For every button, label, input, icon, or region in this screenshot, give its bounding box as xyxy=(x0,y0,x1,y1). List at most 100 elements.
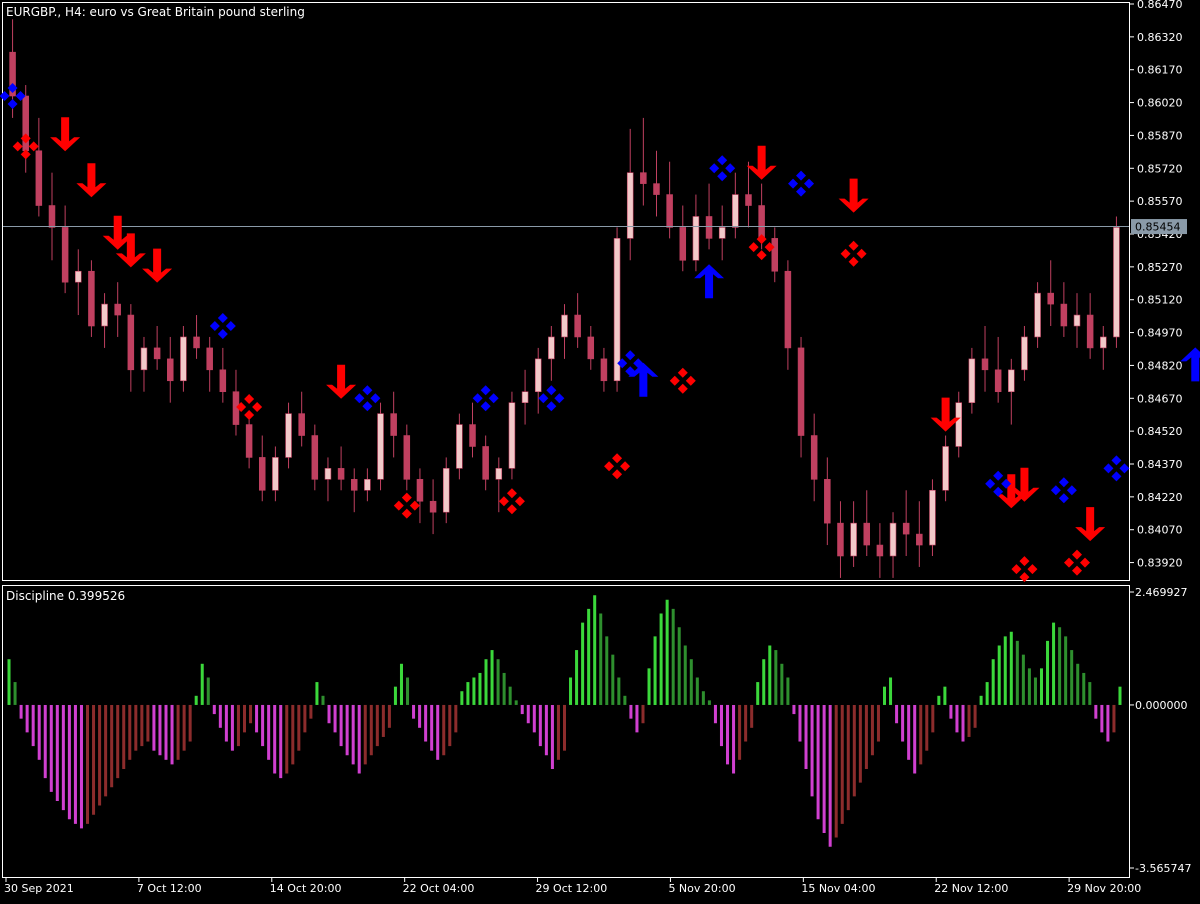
diamond-icon xyxy=(401,508,412,519)
buy-arrow-icon xyxy=(694,264,725,299)
time-tick-label: 22 Oct 04:00 xyxy=(403,882,475,895)
candle-body xyxy=(1008,369,1015,393)
diamond-icon xyxy=(217,313,228,323)
candle-body xyxy=(377,413,384,480)
blue-diamond-signal-icon xyxy=(209,313,236,339)
candle-body xyxy=(48,205,56,228)
candle-body xyxy=(626,172,634,239)
red-diamond-signal-icon xyxy=(840,240,867,267)
candle-body xyxy=(456,424,463,469)
candle-body xyxy=(587,336,595,360)
diamond-icon xyxy=(354,393,365,404)
diamond-icon xyxy=(685,375,696,386)
time-tick-label: 14 Oct 20:00 xyxy=(270,882,342,895)
price-panel-frame xyxy=(2,2,1130,581)
blue-diamond-signal-icon xyxy=(472,385,499,412)
diamond-icon xyxy=(498,496,509,507)
candle-body xyxy=(771,238,779,272)
indicator-tick-label: 0.000000 xyxy=(1135,699,1188,712)
time-tick-label: 29 Nov 20:00 xyxy=(1067,882,1141,895)
sell-arrow-icon xyxy=(1075,507,1106,542)
red-diamond-signal-icon xyxy=(236,394,263,421)
diamond-icon xyxy=(538,393,549,404)
price-tick-label: 0.84820 xyxy=(1137,359,1183,372)
candle-body xyxy=(508,402,516,469)
blue-diamond-signal-icon xyxy=(354,385,381,412)
diamond-icon xyxy=(1111,455,1122,466)
diamond-icon xyxy=(625,350,636,361)
candle-body xyxy=(114,303,121,316)
diamond-icon xyxy=(804,178,815,189)
buy-arrow-icon xyxy=(628,362,659,397)
diamond-icon xyxy=(252,402,263,413)
buy-arrow-icon xyxy=(1180,347,1200,382)
current-price-label: 0.85454 xyxy=(1135,221,1181,234)
candle-body xyxy=(429,500,437,513)
price-tick-label: 0.85120 xyxy=(1137,294,1183,307)
candle-body xyxy=(1034,292,1041,338)
diamond-icon xyxy=(472,393,483,404)
diamond-icon xyxy=(506,504,517,515)
price-axis: 0.86470 0.86320 0.86170 0.86020 0.85870 0.857… xyxy=(1130,0,1183,570)
candle-body xyxy=(403,435,411,480)
diamond-icon xyxy=(546,385,557,396)
candle-body xyxy=(521,391,529,403)
candle-body xyxy=(88,270,95,327)
time-tick-label: 30 Sep 2021 xyxy=(4,882,74,895)
diamond-icon xyxy=(480,385,491,396)
price-tick-label: 0.86170 xyxy=(1137,64,1183,77)
time-tick-label: 15 Nov 04:00 xyxy=(801,882,875,895)
diamond-icon xyxy=(620,461,631,472)
candle-body xyxy=(364,479,371,491)
candle-body xyxy=(850,522,857,557)
diamond-icon xyxy=(612,453,623,464)
price-tick-label: 0.85870 xyxy=(1137,129,1183,142)
diamond-icon xyxy=(725,163,736,174)
diamond-icon xyxy=(788,178,799,189)
candle-body xyxy=(206,347,213,371)
diamond-icon xyxy=(848,256,859,267)
diamond-icon xyxy=(677,367,688,378)
diamond-icon xyxy=(796,170,807,181)
sell-arrow-icon xyxy=(746,145,777,180)
candle-body xyxy=(653,183,660,195)
diamond-icon xyxy=(1072,549,1083,560)
candle-body xyxy=(810,435,818,480)
time-tick-label: 5 Nov 20:00 xyxy=(668,882,735,895)
candle-body xyxy=(548,336,555,360)
indicator-tick-label: 2.469927 xyxy=(1135,586,1188,599)
diamond-icon xyxy=(28,141,39,152)
candle-body xyxy=(534,358,542,393)
candle-body xyxy=(35,150,43,206)
diamond-icon xyxy=(612,469,623,480)
candle-body xyxy=(167,358,174,382)
diamond-icon xyxy=(840,248,851,259)
blue-diamond-signal-icon xyxy=(788,170,815,197)
red-diamond-signal-icon xyxy=(498,488,525,515)
price-tick-label: 0.86020 xyxy=(1137,97,1183,110)
candle-body xyxy=(1100,336,1107,349)
diamond-icon xyxy=(409,500,420,511)
diamond-icon xyxy=(717,155,728,166)
indicator-title: Discipline 0.399526 xyxy=(6,589,125,603)
diamond-icon xyxy=(604,461,615,472)
candle-body xyxy=(902,522,910,535)
diamond-icon xyxy=(748,242,759,253)
candle-body xyxy=(140,347,148,371)
diamond-icon xyxy=(7,99,18,109)
diamond-icon xyxy=(1080,557,1091,568)
diamond-icon xyxy=(1058,493,1069,504)
sell-arrow-icon xyxy=(76,163,107,198)
diamond-icon xyxy=(488,393,499,404)
blue-diamond-signal-icon xyxy=(1050,477,1077,504)
red-diamond-signal-icon xyxy=(1064,549,1091,576)
candle-body xyxy=(837,522,844,557)
candle-body xyxy=(863,522,871,546)
diamond-icon xyxy=(1058,477,1069,488)
candle-body xyxy=(495,468,503,480)
candle-body xyxy=(180,336,187,382)
candle-body xyxy=(258,457,266,491)
chart-canvas[interactable]: 0.86470 0.86320 0.86170 0.86020 0.85870 0.857… xyxy=(0,0,1200,900)
price-tick-label: 0.84520 xyxy=(1137,425,1183,438)
diamond-icon xyxy=(244,410,255,421)
